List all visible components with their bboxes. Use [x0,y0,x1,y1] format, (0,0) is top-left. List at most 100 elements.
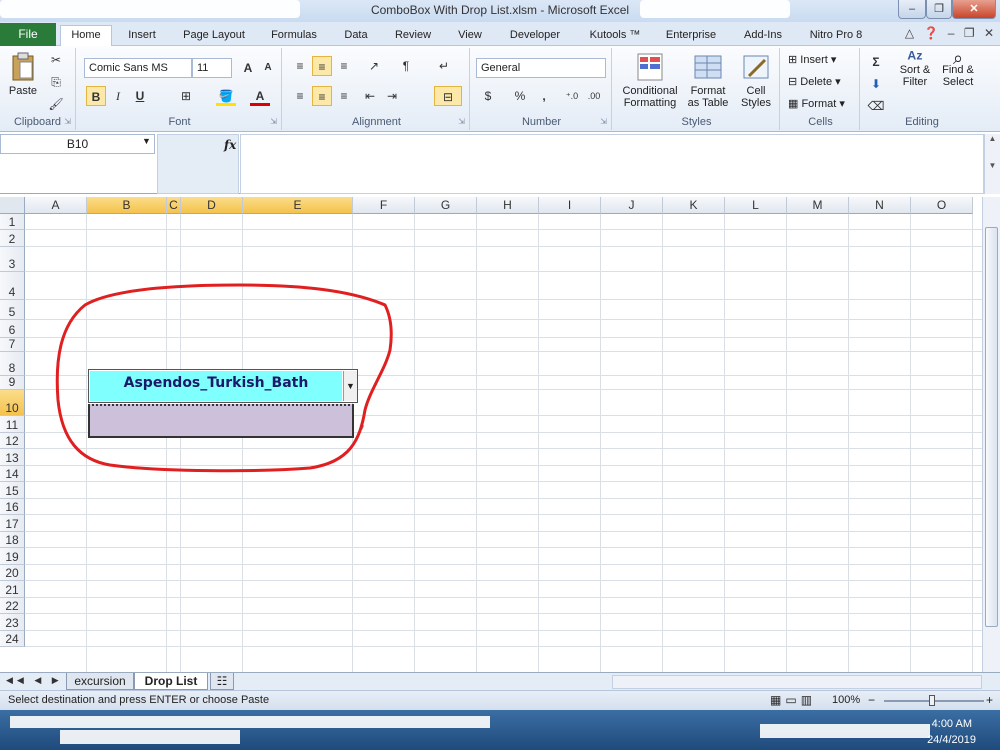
column-header-d[interactable]: D [181,197,243,214]
insert-function-button[interactable]: fx [224,138,236,152]
doc-close-icon[interactable]: ✕ [984,26,994,40]
tab-home[interactable]: Home [60,25,112,47]
italic-button[interactable]: I [108,86,128,106]
restore-button[interactable]: ❐ [926,0,952,19]
row-header-24[interactable]: 24 [0,631,25,647]
row-header-23[interactable]: 23 [0,614,25,631]
cell-styles-button[interactable]: Cell Styles [736,52,776,109]
sheet-tab-excursion[interactable]: excursion [66,673,134,690]
alignment-launcher-icon[interactable]: ⇲ [458,117,465,126]
row-header-17[interactable]: 17 [0,515,25,532]
column-header-o[interactable]: O [911,197,973,214]
insert-cells-button[interactable]: ⊞ Insert ▾ [788,54,836,66]
row-header-19[interactable]: 19 [0,548,25,565]
doc-restore-icon[interactable]: ❐ [964,26,975,40]
align-center-icon[interactable]: ≡ [312,86,332,106]
column-header-n[interactable]: N [849,197,911,214]
zoom-level[interactable]: 100% [832,694,860,706]
row-header-1[interactable]: 1 [0,214,25,230]
column-header-b[interactable]: B [87,197,167,214]
shrink-font-button[interactable]: A [258,58,278,78]
merge-center-icon[interactable]: ⊟ [434,86,462,106]
zoom-in-button[interactable]: + [986,693,993,707]
format-as-table-button[interactable]: Format as Table [684,52,732,109]
column-header-l[interactable]: L [725,197,787,214]
new-sheet-icon[interactable]: ☷ [210,673,234,690]
column-header-f[interactable]: F [353,197,415,214]
clipboard-launcher-icon[interactable]: ⇲ [64,117,71,126]
row-header-15[interactable]: 15 [0,482,25,499]
row-header-4[interactable]: 4 [0,272,25,300]
font-name-select[interactable]: Comic Sans MS [84,58,192,78]
column-header-j[interactable]: J [601,197,663,214]
column-header-h[interactable]: H [477,197,539,214]
tab-kutools[interactable]: Kutools ™ [580,26,650,46]
name-box-dropdown-icon[interactable]: ▼ [142,136,151,146]
combo-box[interactable]: Aspendos_Turkish_Bath ▼ [88,369,358,403]
row-header-2[interactable]: 2 [0,230,25,247]
tab-formulas[interactable]: Formulas [262,26,326,46]
comma-button[interactable]: , [534,86,554,106]
column-header-k[interactable]: K [663,197,725,214]
page-break-view-icon[interactable]: ▥ [801,693,816,707]
decrease-indent-icon[interactable]: ⇤ [360,86,380,106]
autosum-icon[interactable]: Σ [866,52,886,72]
tab-insert[interactable]: Insert [118,26,166,46]
paste-button[interactable]: Paste [8,52,38,110]
sort-filter-button[interactable]: ᴬᶻ Sort & Filter [894,49,936,88]
copy-icon[interactable]: ⎘ [46,72,66,92]
cut-icon[interactable]: ✂ [46,50,66,70]
grow-font-button[interactable]: A [238,58,258,78]
row-header-3[interactable]: 3 [0,247,25,272]
fill-color-icon[interactable]: 🪣 [216,86,236,106]
horizontal-scrollbar[interactable] [612,675,982,689]
format-painter-icon[interactable]: 🖌 [46,94,66,114]
tab-nitro[interactable]: Nitro Pro 8 [800,26,872,46]
percent-button[interactable]: % [510,86,530,106]
format-cells-button[interactable]: ▦ Format ▾ [788,98,845,110]
number-format-select[interactable]: General [476,58,606,78]
bold-button[interactable]: B [86,86,106,106]
column-header-c[interactable]: C [167,197,181,214]
row-header-22[interactable]: 22 [0,598,25,614]
zoom-out-button[interactable]: − [868,693,875,707]
tab-file[interactable]: File [0,23,56,46]
tab-add-ins[interactable]: Add-Ins [734,26,792,46]
doc-minimize-icon[interactable]: – [948,26,955,40]
align-bottom-icon[interactable]: ≡ [334,56,354,76]
vertical-scrollbar[interactable] [982,197,1000,672]
column-header-i[interactable]: I [539,197,601,214]
row-header-14[interactable]: 14 [0,466,25,482]
row-header-16[interactable]: 16 [0,499,25,515]
drop-list-box[interactable] [88,404,354,438]
column-header-m[interactable]: M [787,197,849,214]
row-header-13[interactable]: 13 [0,449,25,466]
ribbon-collapse-icon[interactable]: △ [905,26,914,40]
sheet-tab-drop-list[interactable]: Drop List [134,673,208,690]
zoom-slider-thumb[interactable] [929,695,935,706]
row-header-12[interactable]: 12 [0,433,25,449]
column-header-e[interactable]: E [243,197,353,214]
decrease-decimal-button[interactable]: .00 [584,86,604,106]
drop-list-arrow-icon[interactable]: ▼ [355,423,369,437]
align-left-icon[interactable]: ≡ [290,86,310,106]
tab-view[interactable]: View [448,26,492,46]
borders-icon[interactable]: ⊞ [176,86,196,106]
view-buttons[interactable]: ▦▭▥ [770,693,816,707]
vertical-scroll-thumb[interactable] [985,227,998,627]
clear-icon[interactable]: ⌫ [866,96,886,116]
orientation-icon[interactable]: ↗ [364,56,384,76]
font-color-icon[interactable]: A [250,86,270,106]
increase-decimal-button[interactable]: ⁺.0 [562,86,582,106]
row-header-18[interactable]: 18 [0,532,25,548]
formula-bar-scroll[interactable]: ▲ ▼ [984,134,1000,194]
row-header-9[interactable]: 9 [0,376,25,390]
cell-grid[interactable] [25,214,982,672]
row-header-8[interactable]: 8 [0,352,25,376]
combo-dropdown-icon[interactable]: ▼ [343,371,357,401]
normal-view-icon[interactable]: ▦ [770,693,785,707]
combo-box-value[interactable]: Aspendos_Turkish_Bath [90,371,342,401]
number-launcher-icon[interactable]: ⇲ [600,117,607,126]
row-header-10[interactable]: 10 [0,390,25,416]
close-button[interactable]: ✕ [952,0,996,19]
